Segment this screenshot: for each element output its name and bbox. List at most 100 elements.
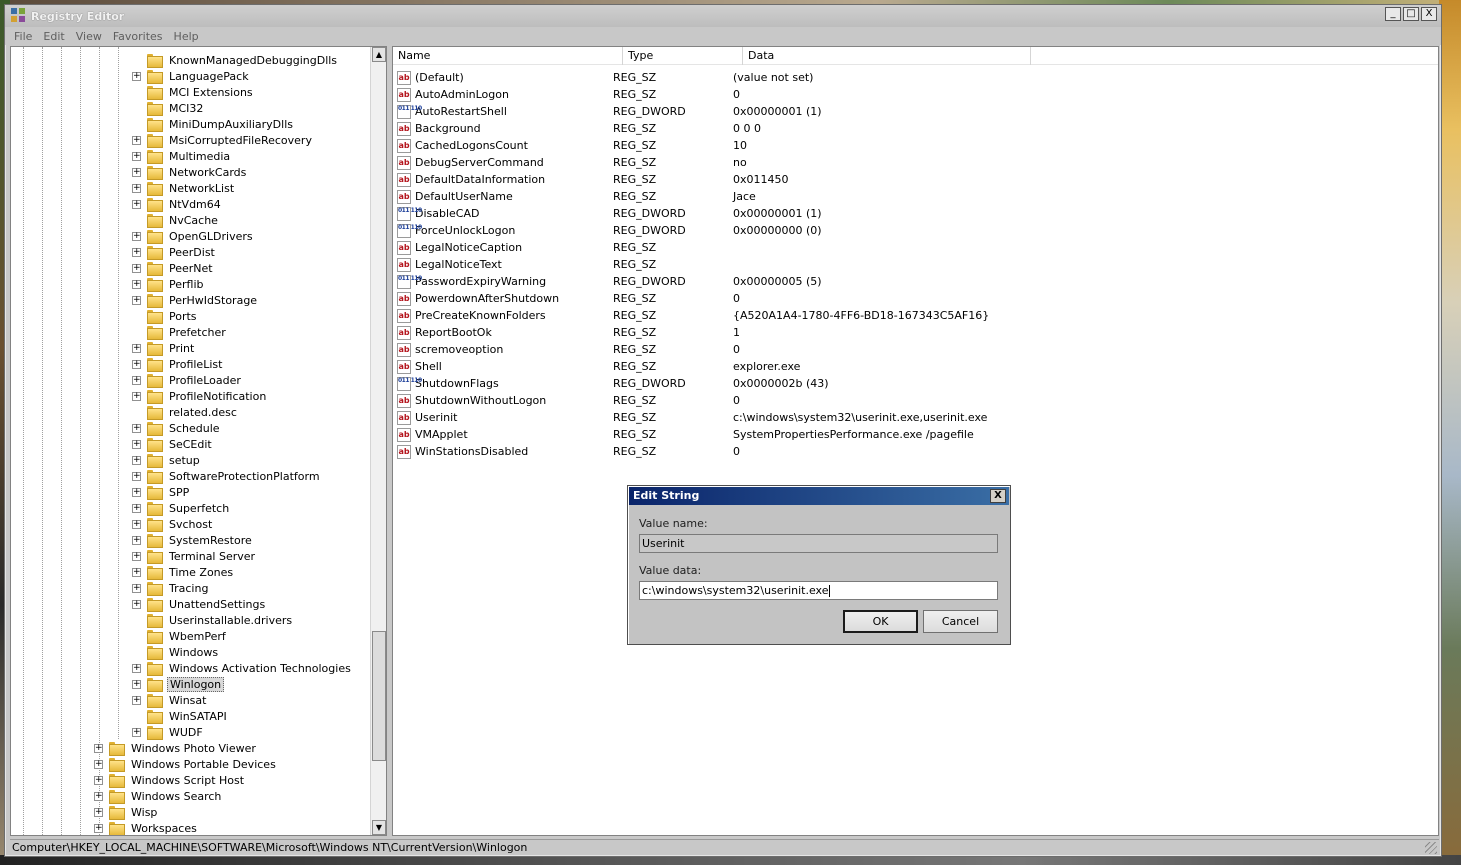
expand-icon[interactable]: + — [132, 135, 141, 145]
expand-icon[interactable]: + — [132, 535, 141, 545]
registry-value-row[interactable]: 011 110 ForceUnlockLogon REG_DWORD 0x000000… — [397, 222, 822, 239]
tree-item[interactable]: + NetworkCards — [132, 164, 248, 180]
tree-item[interactable]: + Winlogon — [132, 676, 225, 692]
registry-value-row[interactable]: ab ShutdownWithoutLogon REG_SZ 0 — [397, 392, 740, 409]
registry-value-row[interactable]: ab LegalNoticeCaption REG_SZ — [397, 239, 733, 256]
column-header-name[interactable]: Name — [393, 47, 623, 65]
registry-value-row[interactable]: ab PreCreateKnownFolders REG_SZ {A520A1A4-1… — [397, 307, 989, 324]
registry-value-row[interactable]: ab CachedLogonsCount REG_SZ 10 — [397, 137, 747, 154]
registry-value-row[interactable]: ab DebugServerCommand REG_SZ no — [397, 154, 747, 171]
tree-item[interactable]: + PeerNet — [132, 260, 215, 276]
tree-item[interactable]: WinSATAPI — [132, 708, 229, 724]
registry-value-row[interactable]: ab VMApplet REG_SZ SystemPropertiesPerforma… — [397, 426, 974, 443]
tree-item[interactable]: + NtVdm64 — [132, 196, 223, 212]
expand-icon[interactable]: + — [132, 279, 141, 289]
tree-item[interactable]: + PerHwIdStorage — [132, 292, 259, 308]
tree-scrollbar[interactable]: ▲ ▼ — [370, 47, 386, 835]
tree-item[interactable]: + Wisp — [94, 804, 159, 820]
expand-icon[interactable]: + — [132, 263, 141, 273]
expand-icon[interactable]: + — [132, 359, 141, 369]
tree-item[interactable]: + OpenGLDrivers — [132, 228, 255, 244]
expand-icon[interactable]: + — [132, 503, 141, 513]
expand-icon[interactable]: + — [132, 231, 141, 241]
tree-item[interactable]: + Superfetch — [132, 500, 231, 516]
tree-item[interactable]: + Windows Portable Devices — [94, 756, 278, 772]
tree-item[interactable]: + Windows Script Host — [94, 772, 246, 788]
column-header-data[interactable]: Data — [743, 47, 1031, 65]
tree-item[interactable]: + Time Zones — [132, 564, 235, 580]
tree-item[interactable]: + NetworkList — [132, 180, 236, 196]
close-button[interactable]: X — [1421, 7, 1437, 21]
registry-value-row[interactable]: ab DefaultDataInformation REG_SZ 0x011450 — [397, 171, 789, 188]
cancel-button[interactable]: Cancel — [923, 610, 998, 633]
expand-icon[interactable]: + — [132, 423, 141, 433]
dialog-close-button[interactable]: X — [990, 489, 1006, 503]
tree-item[interactable]: + WUDF — [132, 724, 205, 740]
tree-item[interactable]: KnownManagedDebuggingDlls — [132, 52, 339, 68]
expand-icon[interactable]: + — [132, 167, 141, 177]
expand-icon[interactable]: + — [132, 199, 141, 209]
tree-item[interactable]: + SystemRestore — [132, 532, 254, 548]
tree-item[interactable]: + Windows Photo Viewer — [94, 740, 258, 756]
tree-item[interactable]: NvCache — [132, 212, 220, 228]
tree-item[interactable]: Windows — [132, 644, 220, 660]
expand-icon[interactable]: + — [94, 823, 103, 833]
tree-item[interactable]: + Schedule — [132, 420, 222, 436]
expand-icon[interactable]: + — [132, 439, 141, 449]
tree-item[interactable]: + UnattendSettings — [132, 596, 267, 612]
menu-favorites[interactable]: Favorites — [109, 30, 170, 43]
dialog-title-bar[interactable]: Edit String X — [629, 487, 1009, 505]
menu-view[interactable]: View — [72, 30, 109, 43]
tree-item[interactable]: + Windows Activation Technologies — [132, 660, 353, 676]
expand-icon[interactable]: + — [132, 471, 141, 481]
tree-item[interactable]: related.desc — [132, 404, 239, 420]
expand-icon[interactable]: + — [132, 487, 141, 497]
registry-key-tree[interactable]: KnownManagedDebuggingDlls + LanguagePack MC… — [10, 46, 387, 836]
registry-value-row[interactable]: 011 110 DisableCAD REG_DWORD 0x00000001 (1) — [397, 205, 822, 222]
value-data-field[interactable]: c:\windows\system32\userinit.exe — [639, 581, 998, 600]
expand-icon[interactable]: + — [94, 743, 103, 753]
expand-icon[interactable]: + — [132, 375, 141, 385]
registry-value-row[interactable]: ab Userinit REG_SZ c:\windows\system32\user… — [397, 409, 987, 426]
registry-value-row[interactable]: ab WinStationsDisabled REG_SZ 0 — [397, 443, 740, 460]
tree-item[interactable]: + Tracing — [132, 580, 210, 596]
expand-icon[interactable]: + — [132, 71, 141, 81]
expand-icon[interactable]: + — [132, 599, 141, 609]
menu-file[interactable]: File — [10, 30, 39, 43]
tree-item[interactable]: + Terminal Server — [132, 548, 257, 564]
registry-value-row[interactable]: ab (Default) REG_SZ (value not set) — [397, 69, 813, 86]
scroll-down-arrow-icon[interactable]: ▼ — [372, 820, 386, 835]
tree-item[interactable]: + ProfileNotification — [132, 388, 268, 404]
tree-item[interactable]: + Multimedia — [132, 148, 232, 164]
registry-value-row[interactable]: ab Shell REG_SZ explorer.exe — [397, 358, 800, 375]
ok-button[interactable]: OK — [843, 610, 918, 633]
expand-icon[interactable]: + — [94, 759, 103, 769]
expand-icon[interactable]: + — [132, 343, 141, 353]
registry-value-row[interactable]: ab ReportBootOk REG_SZ 1 — [397, 324, 740, 341]
registry-value-row[interactable]: 011 110 PasswordExpiryWarning REG_DWORD 0x0… — [397, 273, 822, 290]
registry-value-row[interactable]: ab LegalNoticeText REG_SZ — [397, 256, 733, 273]
expand-icon[interactable]: + — [94, 807, 103, 817]
expand-icon[interactable]: + — [132, 183, 141, 193]
minimize-button[interactable]: _ — [1385, 7, 1401, 21]
tree-item[interactable]: + setup — [132, 452, 202, 468]
tree-item[interactable]: Userinstallable.drivers — [132, 612, 294, 628]
expand-icon[interactable]: + — [132, 247, 141, 257]
tree-item[interactable]: + MsiCorruptedFileRecovery — [132, 132, 314, 148]
expand-icon[interactable]: + — [94, 775, 103, 785]
expand-icon[interactable]: + — [132, 583, 141, 593]
menu-help[interactable]: Help — [170, 30, 206, 43]
tree-item[interactable]: Ports — [132, 308, 199, 324]
scroll-up-arrow-icon[interactable]: ▲ — [372, 47, 386, 62]
tree-item[interactable]: MiniDumpAuxiliaryDlls — [132, 116, 295, 132]
tree-item[interactable]: + SeCEdit — [132, 436, 214, 452]
menu-edit[interactable]: Edit — [39, 30, 71, 43]
tree-item[interactable]: MCI Extensions — [132, 84, 255, 100]
expand-icon[interactable]: + — [132, 519, 141, 529]
expand-icon[interactable]: + — [132, 567, 141, 577]
expand-icon[interactable]: + — [132, 679, 141, 689]
tree-item[interactable]: + SoftwareProtectionPlatform — [132, 468, 322, 484]
expand-icon[interactable]: + — [132, 551, 141, 561]
resize-grip-icon[interactable] — [1425, 842, 1437, 854]
tree-item[interactable]: MCI32 — [132, 100, 205, 116]
